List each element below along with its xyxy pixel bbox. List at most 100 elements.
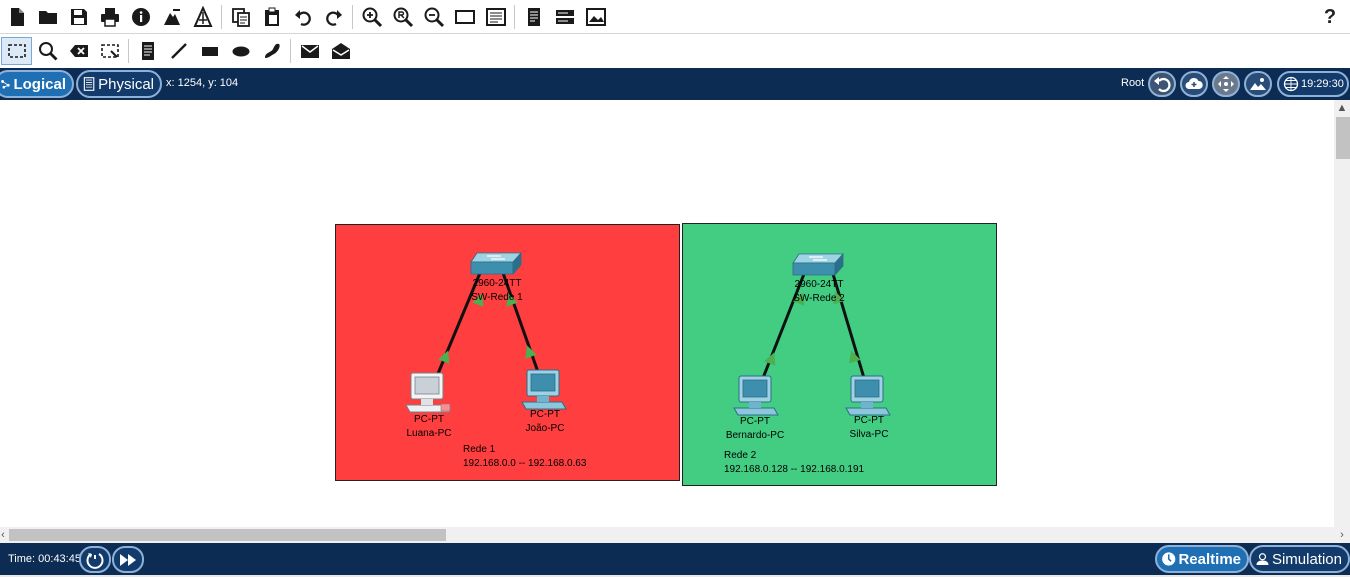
paste-icon[interactable] bbox=[256, 3, 287, 31]
tab-logical[interactable]: Logical bbox=[0, 70, 74, 98]
elapsed-time: Time: 00:43:45 bbox=[8, 553, 81, 565]
help-button[interactable]: ? bbox=[1318, 4, 1342, 30]
pc-model: PC-PT bbox=[739, 416, 770, 427]
area-name: Rede 2 bbox=[724, 450, 757, 461]
toolbar-separator bbox=[221, 5, 222, 29]
rectangle-icon[interactable] bbox=[194, 37, 225, 65]
workspace-navbar: Logical Physical x: 1254, y: 104 Root 19… bbox=[0, 68, 1350, 100]
pc-bernardo[interactable] bbox=[733, 375, 779, 416]
tab-logical-label: Logical bbox=[13, 75, 66, 93]
inspect-icon[interactable] bbox=[32, 37, 63, 65]
vertical-scrollbar[interactable]: ▲ › bbox=[1334, 100, 1350, 543]
tab-simulation[interactable]: Simulation bbox=[1249, 545, 1350, 573]
logical-workspace[interactable]: 2960-24TT SW-Rede 1 2960-24TT SW-Rede 2 … bbox=[0, 100, 1334, 527]
viewport-icon[interactable] bbox=[518, 3, 549, 31]
area-range: 192.168.0.128 -- 192.168.0.191 bbox=[724, 464, 865, 475]
toolbar-separator bbox=[352, 5, 353, 29]
switch-sw-rede-2[interactable] bbox=[792, 252, 844, 277]
print-icon[interactable] bbox=[94, 3, 125, 31]
cursor-coordinates: x: 1254, y: 104 bbox=[166, 77, 239, 89]
fast-forward-button[interactable] bbox=[112, 546, 144, 573]
scroll-up-icon[interactable]: ▲ bbox=[1334, 100, 1350, 116]
pc-model: PC-PT bbox=[854, 415, 884, 426]
viewport-clock[interactable]: 19:29:30 bbox=[1277, 71, 1349, 97]
pc-joao[interactable] bbox=[521, 369, 567, 410]
simple-pdu-icon[interactable] bbox=[294, 37, 325, 65]
info-icon[interactable] bbox=[125, 3, 156, 31]
tab-physical-label: Physical bbox=[98, 75, 154, 93]
main-toolbar: ? bbox=[0, 0, 1350, 34]
line-icon[interactable] bbox=[163, 37, 194, 65]
switch-name: SW-Rede 1 bbox=[471, 292, 523, 303]
tab-simulation-label: Simulation bbox=[1271, 550, 1342, 568]
resize-shape-icon[interactable] bbox=[94, 37, 125, 65]
undo-icon[interactable] bbox=[287, 3, 318, 31]
area-label-rede-1: Rede 1 192.168.0.0 -- 192.168.0.63 bbox=[463, 443, 586, 471]
logical-topology-icon bbox=[1, 80, 10, 89]
zoom-out-icon[interactable] bbox=[418, 3, 449, 31]
fast-forward-icon bbox=[120, 553, 136, 566]
move-object-button[interactable] bbox=[1212, 71, 1240, 97]
area-name: Rede 1 bbox=[463, 444, 496, 455]
vertical-scroll-thumb[interactable] bbox=[1336, 117, 1350, 159]
delete-icon[interactable] bbox=[63, 37, 94, 65]
select-icon[interactable] bbox=[1, 37, 32, 65]
switch-name: SW-Rede 2 bbox=[793, 293, 845, 304]
zoom-in-icon[interactable] bbox=[356, 3, 387, 31]
scroll-right-icon[interactable]: › bbox=[1334, 527, 1350, 543]
activity-wizard-icon[interactable] bbox=[156, 3, 187, 31]
link-up-indicator bbox=[438, 350, 450, 364]
physical-rack-icon bbox=[83, 77, 95, 91]
toolbar-separator bbox=[290, 39, 291, 63]
move-arrows-icon bbox=[1218, 76, 1234, 92]
set-background-button[interactable] bbox=[1244, 71, 1272, 97]
network-links bbox=[405, 251, 891, 416]
pc-label: PC-PT João-PC bbox=[526, 408, 565, 436]
new-file-icon[interactable] bbox=[1, 3, 32, 31]
area-range: 192.168.0.0 -- 192.168.0.63 bbox=[463, 458, 587, 469]
power-cycle-button[interactable] bbox=[79, 546, 111, 573]
switch-model: 2960-24TT bbox=[472, 278, 522, 289]
tab-realtime[interactable]: Realtime bbox=[1155, 545, 1249, 573]
network-info-icon[interactable] bbox=[549, 3, 580, 31]
horizontal-scrollbar[interactable]: ‹ bbox=[0, 527, 1334, 543]
power-cycle-icon bbox=[86, 552, 104, 569]
clock-icon bbox=[1162, 552, 1176, 566]
switch-label: 2960-24TT SW-Rede 1 bbox=[471, 277, 523, 305]
pc-luana[interactable] bbox=[405, 372, 451, 413]
custom-devices-dialog-icon[interactable] bbox=[480, 3, 511, 31]
image-icon[interactable] bbox=[580, 3, 611, 31]
redo-icon[interactable] bbox=[318, 3, 349, 31]
cloud-icon bbox=[1185, 77, 1203, 89]
back-button[interactable] bbox=[1148, 71, 1176, 97]
zoom-reset-icon[interactable] bbox=[387, 3, 418, 31]
root-label: Root bbox=[1121, 77, 1145, 89]
pc-name: Silva-PC bbox=[849, 429, 889, 440]
toolbar-separator bbox=[514, 5, 515, 29]
freeform-icon[interactable] bbox=[256, 37, 287, 65]
switch-sw-rede-1[interactable] bbox=[470, 251, 522, 276]
landscape-image-icon bbox=[1250, 78, 1266, 90]
drawing-toolbar bbox=[0, 34, 1350, 68]
area-label-rede-2: Rede 2 192.168.0.128 -- 192.168.0.191 bbox=[724, 449, 864, 477]
ellipse-icon[interactable] bbox=[225, 37, 256, 65]
pc-silva[interactable] bbox=[845, 375, 891, 416]
pc-model: PC-PT bbox=[530, 409, 560, 420]
new-cluster-button[interactable] bbox=[1180, 71, 1208, 97]
horizontal-scroll-thumb[interactable] bbox=[9, 529, 446, 541]
switch-label: 2960-24TT SW-Rede 2 bbox=[793, 278, 845, 306]
pc-name: João-PC bbox=[525, 423, 565, 434]
save-icon[interactable] bbox=[63, 3, 94, 31]
simulation-icon bbox=[1256, 553, 1269, 565]
note-icon[interactable] bbox=[132, 37, 163, 65]
time-bar: Time: 00:43:45 Realtime Simulation bbox=[0, 543, 1350, 575]
drawing-palette-icon[interactable] bbox=[449, 3, 480, 31]
open-folder-icon[interactable] bbox=[32, 3, 63, 31]
complex-pdu-icon[interactable] bbox=[325, 37, 356, 65]
tab-physical[interactable]: Physical bbox=[76, 70, 162, 98]
pc-label: PC-PT Bernardo-PC bbox=[726, 415, 784, 443]
switch-model: 2960-24TT bbox=[794, 279, 844, 290]
copy-icon[interactable] bbox=[225, 3, 256, 31]
tab-realtime-label: Realtime bbox=[1178, 550, 1241, 568]
custom-device-icon[interactable] bbox=[187, 3, 218, 31]
